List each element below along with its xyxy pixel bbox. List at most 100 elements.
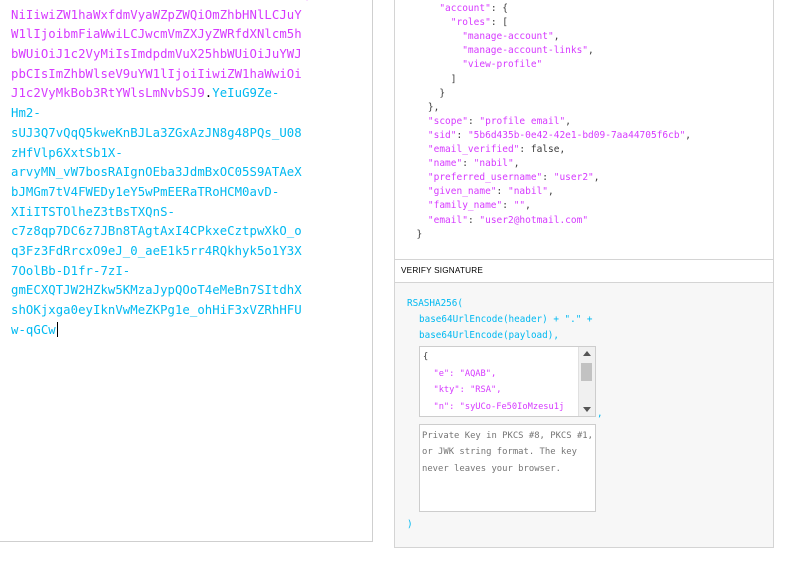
verify-signature-body: RSASHA256( base64UrlEncode(header) + "."… [395, 283, 773, 547]
encoded-line: bJMGm7tV4FWEDy1eY5wPmEERaTRoHCM0avD- [11, 183, 341, 203]
payload-line-segment: "email" [427, 214, 468, 226]
encoded-line-segment: XIiITSTOlheZ3tBsTXQnS- [11, 204, 175, 219]
payload-line-segment: , [525, 200, 531, 212]
payload-encode-line: base64UrlEncode(payload), [419, 330, 559, 341]
payload-line-segment: } [405, 87, 446, 99]
encoded-line-segment: 7OolBb-D1fr-7zI- [11, 263, 131, 278]
payload-line-segment [405, 3, 439, 14]
payload-line: "email_verified": false, [405, 143, 691, 157]
payload-line: "sid": "5b6d435b-0e42-42e1-bd09-7aa44705… [405, 129, 691, 143]
payload-line-segment: "" [513, 200, 526, 212]
payload-line-segment: "scope" [427, 115, 468, 127]
payload-line: "name": "nabil", [405, 157, 691, 171]
payload-line-segment: : [467, 214, 480, 226]
encoded-token-panel[interactable]: ZW1hbmRJZW1haWwibmFtZW5ldWF1ZHluX2FhLWxQ… [0, 0, 373, 542]
encoded-line-segment: NiIiwiZW1haWxfdmVyaWZpZWQiOmZhbHNlLCJuY [11, 7, 302, 22]
payload-line: "manage-account-links", [405, 44, 691, 58]
payload-line-segment: "nabil" [507, 186, 549, 198]
public-key-scrollbar[interactable] [578, 347, 595, 416]
payload-line-segment: "5b6d435b-0e42-42e1-bd09-7aa44705f6cb" [467, 129, 686, 141]
encoded-line: 7OolBb-D1fr-7zI- [11, 262, 341, 282]
payload-line-segment: "given_name" [427, 186, 497, 198]
payload-line-segment [405, 172, 428, 183]
encoded-line: q3Fz3FdRrcxO9eJ_0_aeE1k5rr4RQkhyk5o1Y3X [11, 242, 341, 262]
payload-line: }, [405, 101, 691, 115]
encoded-line: sUJ3Q7vQqQ5kweKnBJLa3ZGxAzJN8g48PQs_U08 [11, 124, 341, 144]
payload-line: "preferred_username": "user2", [405, 171, 691, 185]
encoded-line-segment: gmECXQTJW2HZkw5KMzaJypQOoT4eMeBn7SItdhX [11, 283, 302, 298]
payload-line-segment [405, 31, 462, 42]
public-key-input[interactable]: { "e": "AQAB", "kty": "RSA", "n": "syUCo… [419, 346, 596, 417]
payload-line-segment [405, 144, 428, 155]
encoded-line-segment: ZW1hbmRJZW1haWwibmFtZW5ldWF1ZHluX2FhLWxQ… [11, 0, 361, 2]
payload-line-segment: "nabil" [473, 158, 514, 170]
payload-line-segment: : [456, 129, 468, 141]
payload-line-segment: , [565, 115, 571, 127]
verify-signature-section: VERIFY SIGNATURE RSASHA256( base64UrlEnc… [394, 259, 774, 548]
public-key-line: { [423, 352, 429, 362]
payload-line-segment: "roles" [450, 17, 491, 29]
payload-line-segment: "email_verified" [427, 144, 520, 156]
payload-line-segment: "family_name" [427, 200, 503, 212]
encoded-line: shOKjxga0eyIknVwMeZKPg1e_ohHiF3xVZRhHFU [11, 301, 341, 321]
payload-line: } [405, 228, 691, 242]
encoded-line-segment: W1lIjoibmFiaWwiLCJwcmVmZXJyZWRfdXNlcm5h [11, 27, 302, 42]
payload-line-segment: : false, [519, 144, 566, 156]
encoded-line-segment: J1c2VyMkBob3RtYWlsLmNvbSJ9 [11, 86, 205, 101]
public-key-text: { "e": "AQAB", "kty": "RSA", "n": "syUCo… [423, 349, 564, 415]
payload-line: "manage-account", [405, 30, 691, 44]
encoded-line: arvyMN_vW7bosRAIgnOEba3JdmBxOC05S9ATAeX [11, 163, 341, 183]
payload-line-segment: , [553, 31, 560, 43]
payload-line-segment: "manage-account-links" [462, 45, 589, 57]
payload-line-segment [405, 158, 428, 169]
encoded-line-segment: bJMGm7tV4FWEDy1eY5wPmEERaTRoHCM0avD- [11, 184, 280, 199]
payload-line: "email": "user2@hotmail.com" [405, 214, 691, 228]
encoded-line: w-qGCw [11, 321, 341, 341]
payload-line-segment: , [548, 186, 554, 198]
decoded-payload-panel[interactable]: "resource_access": { "account": { "roles… [394, 0, 774, 259]
payload-line-segment: : [467, 115, 480, 127]
payload-line: "given_name": "nabil", [405, 185, 691, 199]
payload-line-segment: : [542, 172, 554, 184]
payload-line-segment: , [685, 129, 692, 141]
encoded-line: pbCIsImZhbWlseV9uYW1lIjoiIiwiZW1haWwiOi [11, 65, 341, 85]
payload-line-segment [405, 130, 428, 141]
payload-line-segment [405, 215, 428, 226]
payload-line-segment: "view-profile" [462, 59, 543, 71]
payload-line-segment: : { [490, 3, 508, 15]
payload-line-segment: }, [405, 101, 440, 113]
payload-line-segment: ] [405, 73, 457, 85]
encoded-line-segment: Hm2- [11, 106, 41, 121]
encoded-line-segment: pbCIsImZhbWlseV9uYW1lIjoiIiwiZW1haWwiOi [11, 66, 302, 81]
encoded-line-segment: YeIuG9Ze- [212, 86, 280, 101]
encoded-line: c7z8qp7DC6z7JBn8TAgtAxI4CPkxeCztpwXkO_o [11, 222, 341, 242]
scroll-down-arrow-icon[interactable] [583, 407, 591, 412]
encoded-line: ZW1hbmRJZW1haWwibmFtZW5ldWF1ZHluX2FhLWxQ… [11, 0, 361, 6]
encoded-line-segment: sUJ3Q7vQqQ5kweKnBJLa3ZGxAzJN8g48PQs_U08 [11, 125, 302, 140]
payload-line-segment: "manage-account" [462, 31, 554, 43]
payload-line-segment [405, 200, 428, 211]
payload-line-segment: : [ [490, 17, 508, 29]
encoded-line: Hm2- [11, 104, 341, 124]
payload-line-segment: , [513, 158, 520, 170]
encoded-line: W1lIjoibmFiaWwiLCJwcmVmZXJyZWRfdXNlcm5h [11, 25, 341, 45]
scroll-up-arrow-icon[interactable] [583, 351, 591, 356]
payload-line-segment: : [496, 186, 508, 198]
encoded-line-segment: q3Fz3FdRrcxO9eJ_0_aeE1k5rr4RQkhyk5o1Y3X [11, 243, 302, 258]
payload-line-segment: "account" [439, 3, 491, 15]
public-key-line: "kty": "RSA", [423, 385, 502, 395]
encoded-line: gmECXQTJW2HZkw5KMzaJypQOoT4eMeBn7SItdhX [11, 281, 341, 301]
payload-line-segment: : [502, 200, 514, 212]
encoded-token-text[interactable]: ZW1hbmRJZW1haWwibmFtZW5ldWF1ZHluX2FhLWxQ… [11, 0, 361, 341]
public-key-line: "n": "syUCo-Fe50IoMzesu1j [423, 401, 565, 412]
payload-line-segment [405, 45, 462, 56]
scroll-thumb[interactable] [581, 363, 592, 381]
encoded-line-segment: bWUiOiJ1c2VyMiIsImdpdmVuX25hbWUiOiJuYWJ [11, 47, 302, 62]
payload-line-segment: "sid" [427, 129, 457, 141]
public-key-line: "e": "AQAB", [423, 368, 497, 379]
algorithm-label: RSASHA256( [407, 298, 463, 309]
private-key-input[interactable] [419, 424, 596, 512]
payload-line: } [405, 87, 691, 101]
encoded-line: J1c2VyMkBob3RtYWlsLmNvbSJ9.YeIuG9Ze- [11, 84, 341, 104]
encoded-line-segment: w-qGCw [11, 322, 56, 337]
